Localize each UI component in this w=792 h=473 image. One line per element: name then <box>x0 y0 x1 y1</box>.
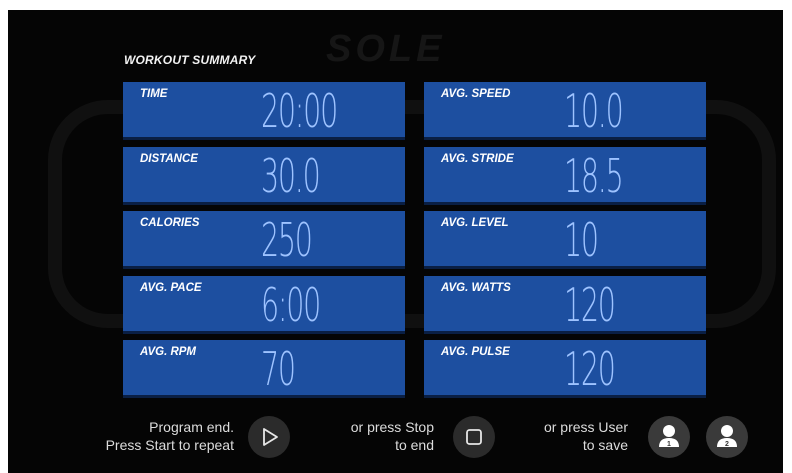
page-title: WORKOUT SUMMARY <box>124 53 256 67</box>
metric-tile-avg-speed: AVG. SPEED 10.0 <box>424 82 706 140</box>
program-end-line2: Press Start to repeat <box>105 437 234 453</box>
user-save-message: or press User to save <box>508 418 628 454</box>
metric-value: 18.5 <box>564 149 624 203</box>
user-number: 2 <box>725 441 729 448</box>
metric-label: AVG. RPM <box>140 346 197 358</box>
metric-tile-avg-watts: AVG. WATTS 120 <box>424 276 706 334</box>
metric-tile-time: TIME 20:00 <box>123 82 405 140</box>
user-2-button[interactable]: 2 <box>706 416 748 458</box>
console-screen: SOLE WORKOUT SUMMARY TIME 20:00 DISTANCE… <box>8 10 783 473</box>
program-end-line1: Program end. <box>149 419 234 435</box>
metric-tile-avg-pace: AVG. PACE 6:00 <box>123 276 405 334</box>
metric-label: DISTANCE <box>140 153 198 165</box>
metric-tile-distance: DISTANCE 30.0 <box>123 147 405 205</box>
metric-label: CALORIES <box>140 217 200 229</box>
metric-label: AVG. PULSE <box>441 346 510 358</box>
metric-tile-avg-stride: AVG. STRIDE 18.5 <box>424 147 706 205</box>
user-1-button[interactable]: 1 <box>648 416 690 458</box>
user-1-icon: 1 <box>659 425 679 448</box>
stop-button[interactable] <box>453 416 495 458</box>
metric-value: 30.0 <box>261 149 321 203</box>
play-icon <box>263 428 278 446</box>
metric-tile-avg-rpm: AVG. RPM 70 <box>123 340 405 398</box>
metric-value: 10 <box>564 213 599 267</box>
start-button[interactable] <box>248 416 290 458</box>
stop-icon <box>466 429 482 445</box>
metric-value: 120 <box>564 342 616 396</box>
metric-label: AVG. LEVEL <box>441 217 509 229</box>
user-number: 1 <box>667 441 671 448</box>
metric-label: AVG. SPEED <box>441 88 511 100</box>
program-end-message: Program end. Press Start to repeat <box>48 418 234 454</box>
metric-tile-calories: CALORIES 250 <box>123 211 405 269</box>
stop-line1: or press Stop <box>350 419 434 435</box>
metric-value: 120 <box>564 278 616 332</box>
user-line2: to save <box>582 437 628 453</box>
user-line1: or press User <box>543 419 628 435</box>
metric-tile-avg-level: AVG. LEVEL 10 <box>424 211 706 269</box>
metric-value: 20:00 <box>261 84 338 138</box>
user-2-icon: 2 <box>717 425 737 448</box>
stop-message: or press Stop to end <box>314 418 434 454</box>
metric-label: AVG. WATTS <box>441 282 511 294</box>
metric-value: 10.0 <box>564 84 624 138</box>
metric-value: 6:00 <box>261 278 321 332</box>
metric-label: TIME <box>140 88 168 100</box>
metric-value: 70 <box>261 342 296 396</box>
stop-line2: to end <box>395 437 434 453</box>
metric-label: AVG. PACE <box>140 282 202 294</box>
metric-tile-avg-pulse: AVG. PULSE 120 <box>424 340 706 398</box>
metric-label: AVG. STRIDE <box>441 153 514 165</box>
metric-value: 250 <box>261 213 313 267</box>
background-logo: SOLE <box>326 28 446 70</box>
